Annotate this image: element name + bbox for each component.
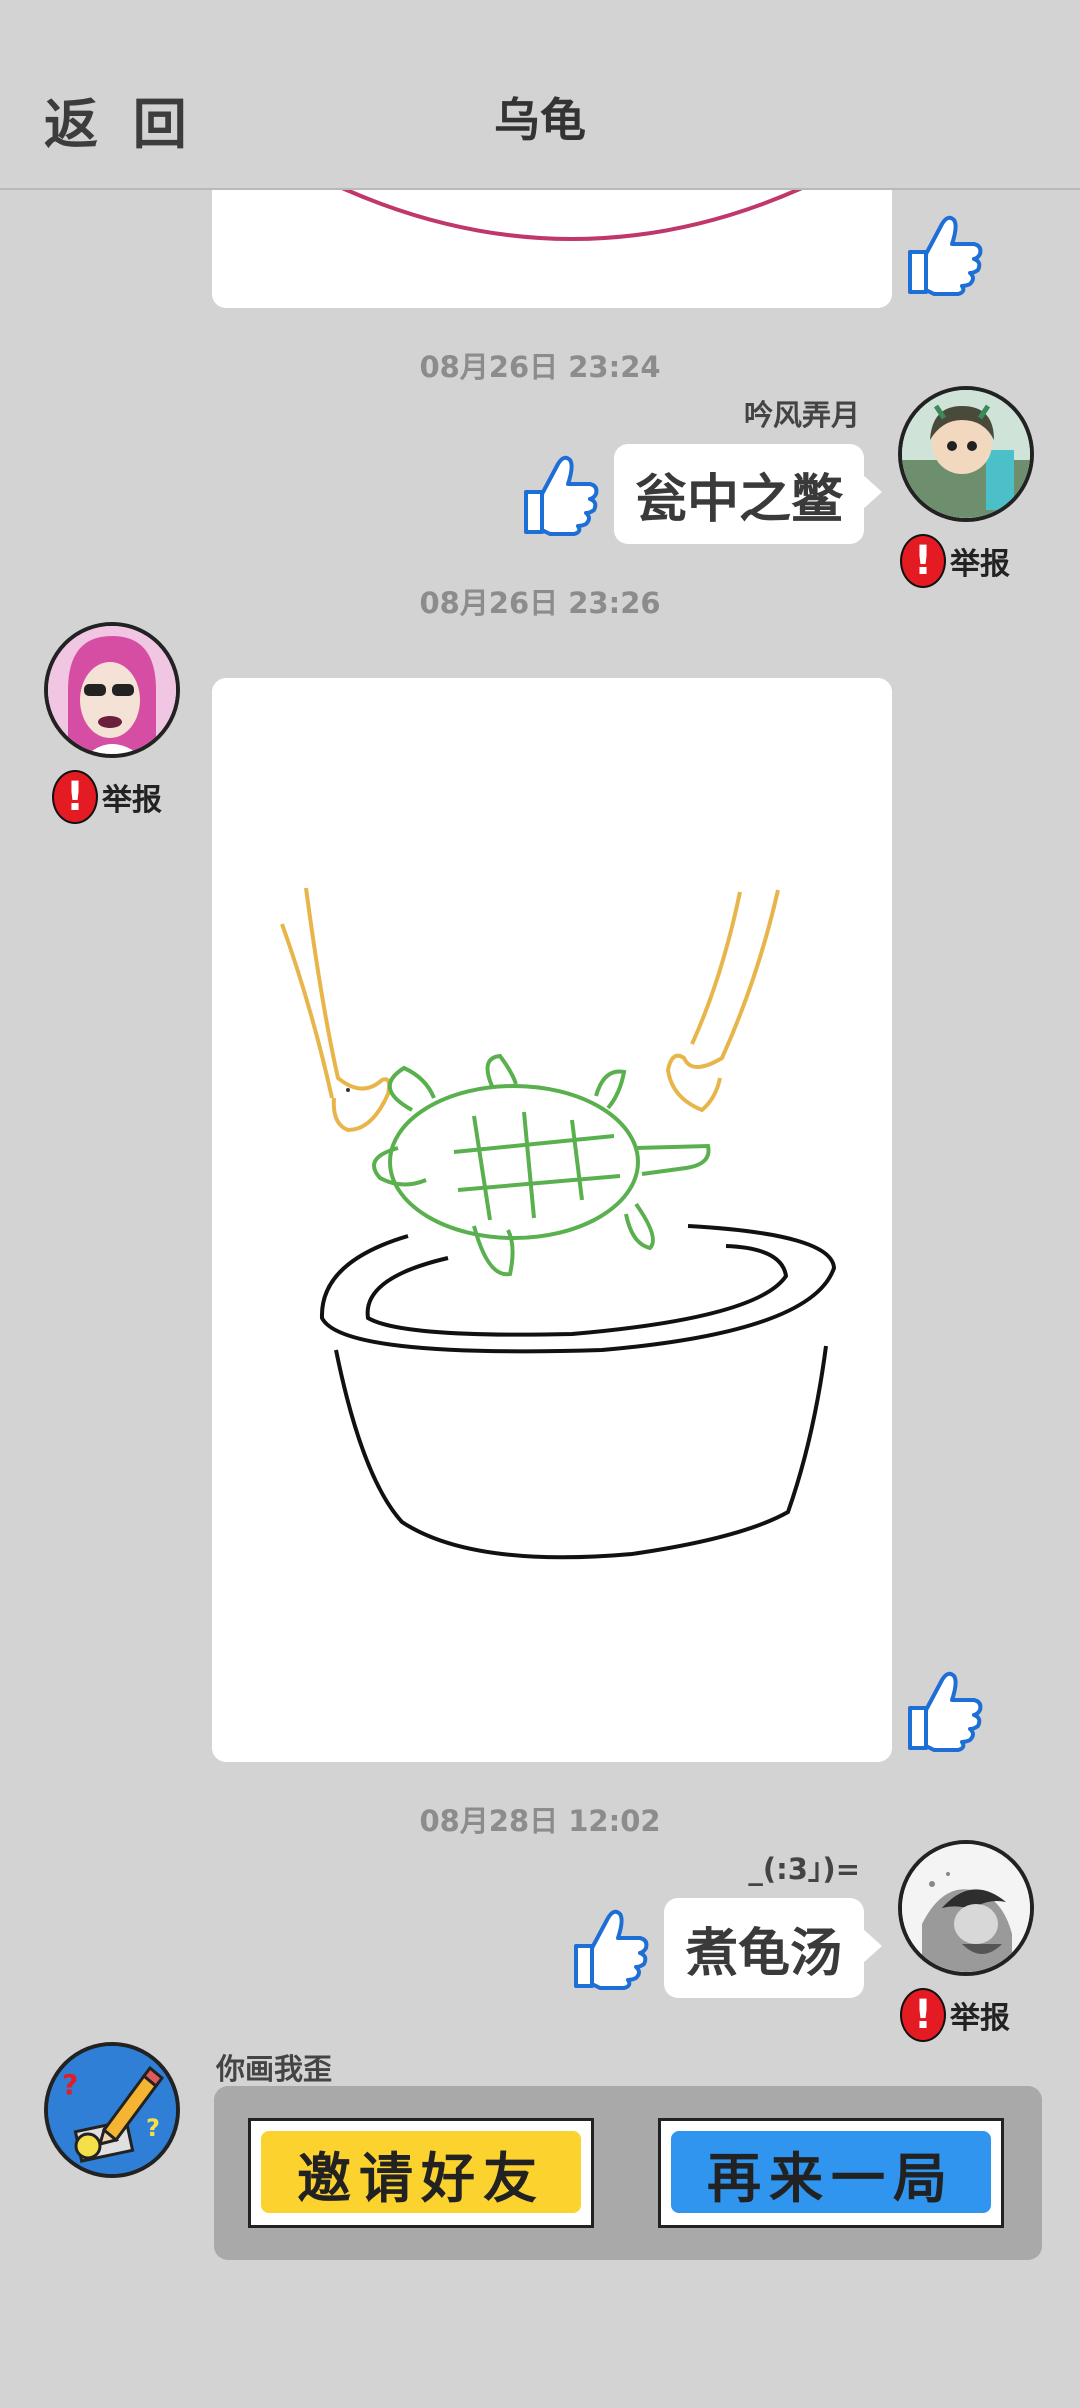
- svg-text:?: ?: [62, 2068, 78, 2101]
- bubble-tail: [862, 1928, 882, 1964]
- thumb-up-icon[interactable]: [904, 1668, 984, 1754]
- message-text: 煮龟汤: [685, 1923, 842, 1984]
- invite-label: 邀请好友: [297, 2146, 545, 2210]
- report-label: 举报: [950, 547, 1010, 582]
- report-label: 举报: [950, 2001, 1010, 2036]
- avatar[interactable]: [44, 622, 180, 758]
- message-bubble[interactable]: 瓮中之鳖: [614, 444, 882, 544]
- report-button[interactable]: ! 举报: [52, 770, 162, 824]
- sender-nickname: 吟风弄月: [743, 398, 860, 432]
- message-timestamp: 08月26日 23:26: [419, 586, 661, 620]
- invite-friends-button[interactable]: 邀请好友: [248, 2118, 594, 2228]
- avatar[interactable]: [898, 386, 1034, 522]
- pencil-icon: ? ?: [48, 2046, 176, 2174]
- top-bar: 返 回 乌龟: [0, 0, 1080, 190]
- avatar[interactable]: [898, 1840, 1034, 1976]
- thumb-up-icon[interactable]: [904, 212, 984, 298]
- system-name: 你画我歪: [216, 2052, 333, 2086]
- svg-text:?: ?: [146, 2114, 160, 2142]
- message-timestamp: 08月28日 12:02: [419, 1804, 661, 1838]
- game-actions-panel: 邀请好友 再来一局: [214, 2086, 1042, 2260]
- warning-icon: !: [52, 770, 98, 824]
- message-text: 瓮中之鳖: [634, 469, 843, 530]
- report-button[interactable]: ! 举报: [900, 1988, 1010, 2042]
- sender-nickname: _(:3」)=: [748, 1852, 860, 1886]
- play-again-button[interactable]: 再来一局: [658, 2118, 1004, 2228]
- thumb-up-icon[interactable]: [520, 452, 600, 538]
- page-title: 乌龟: [494, 93, 586, 147]
- message-timestamp: 08月26日 23:24: [419, 350, 661, 384]
- report-label: 举报: [102, 783, 162, 818]
- turtle-drawing: [280, 887, 837, 1560]
- play-again-label: 再来一局: [707, 2146, 955, 2210]
- message-bubble[interactable]: 煮龟汤: [664, 1898, 882, 1998]
- bubble-tail: [862, 474, 882, 510]
- thumb-up-icon[interactable]: [570, 1906, 650, 1992]
- warning-icon: !: [900, 1988, 946, 2042]
- drawing-card[interactable]: [212, 678, 892, 1762]
- system-avatar[interactable]: ? ?: [44, 2042, 180, 2178]
